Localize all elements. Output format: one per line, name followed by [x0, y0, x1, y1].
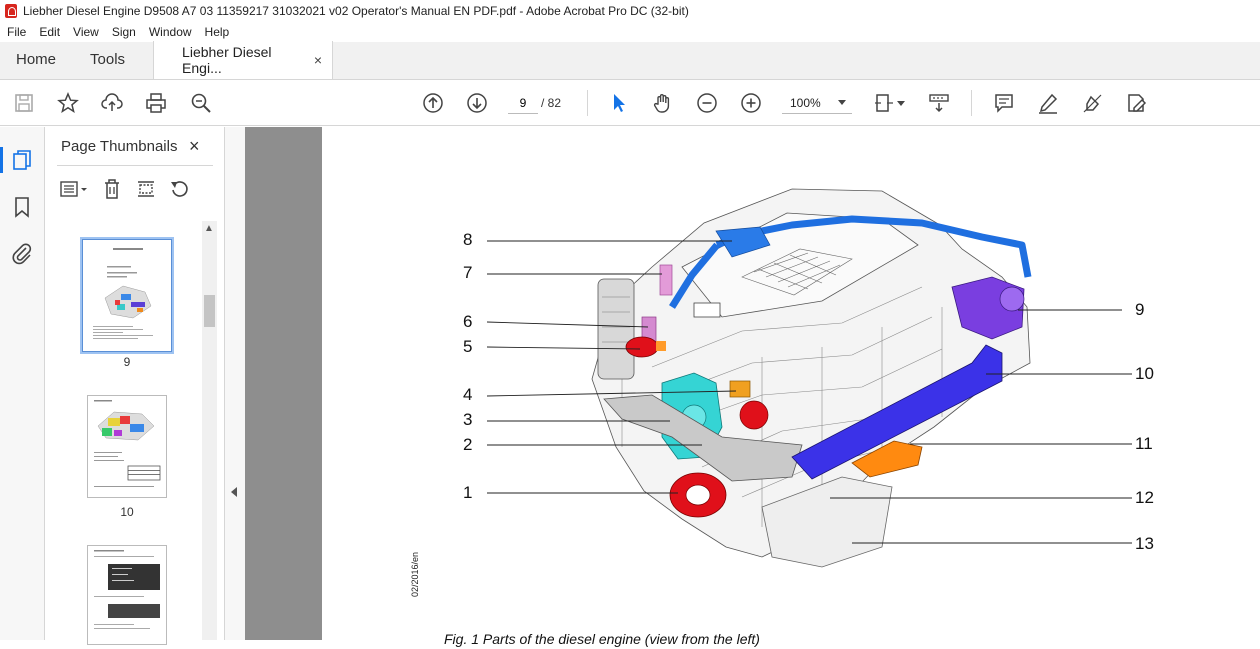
- callout-10: 10: [1135, 364, 1154, 383]
- callout-6: 6: [463, 312, 473, 331]
- zoom-in-icon[interactable]: [739, 91, 763, 115]
- document-viewer[interactable]: 8 7 6 5 4 3 2 1 9 10 11 12 13 02/2016/en…: [245, 127, 1260, 647]
- thumbnail-tools: [59, 178, 191, 205]
- title-bar: Liebher Diesel Engine D9508 A7 03 113592…: [0, 0, 1260, 22]
- thumbnail-page-9[interactable]: [80, 237, 174, 354]
- main-toolbar: [0, 80, 1260, 126]
- toolbar-divider: [971, 90, 972, 116]
- tab-document[interactable]: Liebher Diesel Engi... ×: [153, 41, 334, 79]
- page-thumbnails-icon[interactable]: [10, 148, 34, 172]
- tab-tools[interactable]: Tools: [72, 41, 141, 79]
- callout-2: 2: [463, 435, 473, 454]
- fit-dropdown-chevron-icon[interactable]: [897, 101, 905, 106]
- star-icon[interactable]: [56, 91, 80, 115]
- zoom-value: 100%: [790, 95, 821, 110]
- hand-tool-icon[interactable]: [651, 91, 675, 115]
- callout-4: 4: [463, 385, 473, 404]
- callout-13: 13: [1135, 534, 1154, 553]
- panel-close-icon[interactable]: ×: [189, 136, 200, 157]
- delete-trash-icon[interactable]: [101, 178, 123, 205]
- panel-title: Page Thumbnails: [61, 138, 178, 155]
- previous-page-icon[interactable]: [421, 91, 445, 115]
- upload-cloud-icon[interactable]: [100, 91, 124, 115]
- save-icon[interactable]: [12, 91, 36, 115]
- thumbnail-page-11-preview: [94, 550, 160, 629]
- acrobat-logo-icon: [5, 4, 17, 18]
- menu-bar: File Edit View Sign Window Help: [0, 22, 1260, 42]
- rail-active-indicator: [0, 147, 3, 173]
- engine-illustration: [486, 188, 1132, 568]
- tab-home[interactable]: Home: [0, 41, 72, 79]
- extract-pages-icon[interactable]: [135, 178, 157, 205]
- zoom-search-icon[interactable]: [189, 91, 213, 115]
- thumbnail-page-11[interactable]: [87, 545, 167, 645]
- menu-help[interactable]: Help: [198, 25, 236, 39]
- thumbnail-page-10-preview: [94, 400, 161, 487]
- options-menu-icon[interactable]: [59, 178, 89, 205]
- menu-edit[interactable]: Edit: [32, 25, 66, 39]
- panel-divider: [57, 165, 213, 166]
- zoom-chevron-down-icon: [838, 100, 846, 105]
- callout-8: 8: [463, 230, 473, 249]
- sign-pen-icon[interactable]: [1080, 91, 1104, 115]
- menu-window[interactable]: Window: [142, 25, 198, 39]
- page-total: / 82: [541, 96, 562, 110]
- thumbnail-page-10[interactable]: [87, 395, 167, 498]
- fit-page-icon[interactable]: [872, 91, 896, 115]
- scroll-mode-icon[interactable]: [927, 91, 951, 115]
- zoom-select[interactable]: 100%: [782, 92, 852, 114]
- comment-icon[interactable]: [992, 91, 1016, 115]
- select-cursor-icon[interactable]: [607, 91, 631, 115]
- side-stamp: 02/2016/en: [410, 551, 420, 597]
- callout-3: 3: [463, 410, 473, 429]
- page-thumbnails-panel: Page Thumbnails × 9 10 ▲: [45, 127, 225, 645]
- print-icon[interactable]: [144, 91, 168, 115]
- callout-12: 12: [1135, 488, 1154, 507]
- callout-5: 5: [463, 337, 473, 356]
- menu-file[interactable]: File: [0, 25, 32, 39]
- figure-caption: Fig. 1 Parts of the diesel engine (view …: [444, 631, 760, 647]
- thumbnails-scrollbar[interactable]: ▲: [202, 221, 217, 640]
- callout-7: 7: [463, 263, 473, 282]
- zoom-out-icon[interactable]: [695, 91, 719, 115]
- fill-sign-icon[interactable]: [1124, 91, 1148, 115]
- callout-11: 11: [1135, 434, 1153, 453]
- page-number-input[interactable]: [508, 92, 538, 114]
- pdf-page: 8 7 6 5 4 3 2 1 9 10 11 12 13 02/2016/en…: [322, 127, 1260, 647]
- collapse-panel-chevron-icon[interactable]: [231, 487, 237, 497]
- window-title: Liebher Diesel Engine D9508 A7 03 113592…: [23, 4, 689, 18]
- highlight-pen-icon[interactable]: [1036, 91, 1060, 115]
- menu-view[interactable]: View: [66, 25, 105, 39]
- left-rail: [0, 127, 45, 640]
- thumbnail-page-9-preview: [93, 248, 153, 339]
- thumbnail-label: 10: [120, 505, 134, 519]
- tab-close-icon[interactable]: ×: [314, 52, 322, 68]
- tab-document-label: Liebher Diesel Engi...: [182, 44, 272, 76]
- scroll-up-chevron-icon[interactable]: ▲: [204, 223, 214, 234]
- callout-1: 1: [463, 483, 473, 502]
- next-page-icon[interactable]: [465, 91, 489, 115]
- rotate-icon[interactable]: [169, 178, 191, 205]
- attachment-paperclip-icon[interactable]: [10, 241, 34, 265]
- menu-sign[interactable]: Sign: [105, 25, 142, 39]
- callout-9: 9: [1135, 300, 1145, 319]
- toolbar-divider: [587, 90, 588, 116]
- bookmark-icon[interactable]: [10, 195, 34, 219]
- scrollbar-thumb[interactable]: [204, 295, 215, 327]
- thumbnail-label: 9: [123, 355, 131, 369]
- panel-collapse-bar: [225, 127, 245, 640]
- tab-bar: Home Tools Liebher Diesel Engi... ×: [0, 41, 1260, 80]
